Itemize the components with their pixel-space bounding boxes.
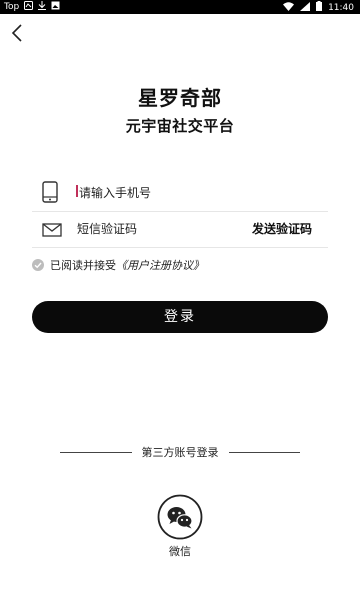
status-bar-left: Top: [4, 1, 60, 13]
download-icon: [38, 1, 47, 13]
agreement-checkbox[interactable]: [32, 259, 44, 271]
signal-icon: [300, 1, 311, 14]
mail-icon: [42, 222, 62, 241]
notification-icon: [24, 1, 34, 13]
chevron-left-icon: [11, 24, 22, 42]
app-title: 星罗奇部: [138, 86, 222, 110]
app-subtitle: 元宇宙社交平台: [125, 117, 235, 135]
text-cursor: [76, 185, 78, 197]
status-bar-right: 11:40: [283, 1, 354, 14]
agreement-text: 已阅读并接受: [50, 259, 116, 272]
divider-line-right: [228, 451, 300, 453]
third-party-divider: 第三方账号登录: [60, 444, 300, 460]
login-button[interactable]: 登录: [32, 301, 328, 333]
divider-line-left: [60, 451, 132, 453]
agreement-link[interactable]: 《用户注册协议》: [116, 257, 204, 273]
status-app-label: Top: [4, 2, 20, 12]
phone-input[interactable]: 请输入手机号: [79, 184, 151, 201]
check-icon: [34, 262, 42, 269]
send-code-button[interactable]: 发送验证码: [252, 220, 312, 237]
phone-field[interactable]: 请输入手机号: [32, 173, 328, 212]
sms-code-field[interactable]: 短信验证码 发送验证码: [32, 209, 328, 248]
back-button[interactable]: [8, 22, 30, 44]
wechat-label: 微信: [169, 545, 191, 558]
wechat-icon: [157, 494, 203, 540]
image-icon: [51, 1, 60, 13]
battery-icon: [316, 1, 323, 14]
wifi-icon: [283, 1, 295, 14]
phone-icon: [42, 181, 58, 207]
third-party-title: 第三方账号登录: [141, 446, 219, 459]
status-time: 11:40: [328, 2, 354, 13]
status-bar: Top 11:40: [0, 0, 360, 14]
sms-code-input[interactable]: 短信验证码: [77, 220, 137, 237]
agreement-row: 已阅读并接受 《用户注册协议》: [32, 257, 204, 273]
wechat-login-button[interactable]: [157, 494, 203, 540]
